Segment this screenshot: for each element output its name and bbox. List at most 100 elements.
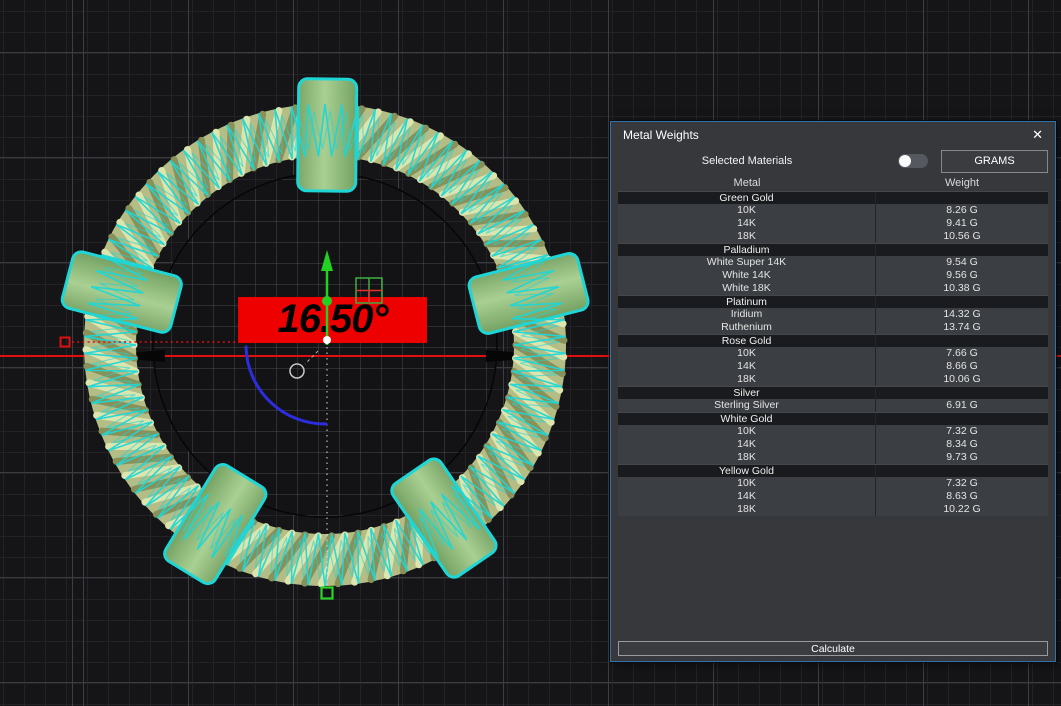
metal-group-row[interactable]: White Gold [618, 412, 1048, 425]
metal-row[interactable]: 14K 8.34 G [618, 438, 1048, 451]
close-icon[interactable]: ✕ [1032, 128, 1043, 141]
metal-cell: 14K [618, 360, 876, 373]
ring-inner-disc [153, 173, 497, 517]
metal-cell: 14K [618, 490, 876, 503]
metal-cell: 10K [618, 347, 876, 360]
panel-title: Metal Weights [623, 127, 699, 142]
metal-cell: White Super 14K [618, 256, 876, 269]
metal-cell: Silver [618, 387, 876, 399]
bottom-anchor-square[interactable] [320, 586, 334, 600]
weight-cell: 7.32 G [946, 425, 978, 437]
weight-cell [876, 387, 1048, 399]
angle-label[interactable]: 16.50° [238, 297, 427, 343]
metal-row[interactable]: White Super 14K 9.54 G [618, 256, 1048, 269]
metal-cell: 10K [618, 477, 876, 490]
units-button[interactable]: GRAMS [941, 149, 1048, 173]
metal-table-body: Green Gold 10K 8.26 G 14K 9.41 G 18K 10.56 G Pa… [611, 191, 1055, 516]
metal-row[interactable]: 14K 8.66 G [618, 360, 1048, 373]
toggle-knob [899, 155, 911, 167]
metal-row[interactable]: 10K 7.32 G [618, 425, 1048, 438]
metal-group-row[interactable]: Palladium [618, 243, 1048, 256]
metal-row[interactable]: White 18K 10.38 G [618, 282, 1048, 295]
metal-row[interactable]: 18K 10.22 G [618, 503, 1048, 516]
metal-row[interactable]: 18K 10.06 G [618, 373, 1048, 386]
weight-cell: 8.34 G [946, 438, 978, 450]
metal-cell: 18K [618, 230, 876, 243]
metal-column-header: Metal [733, 177, 761, 189]
left-arrow [86, 350, 165, 362]
calculate-button[interactable]: Calculate [618, 641, 1048, 656]
station-bezel[interactable] [388, 455, 499, 580]
weight-cell: 10.22 G [943, 503, 981, 515]
metal-row[interactable]: Sterling Silver 6.91 G [618, 399, 1048, 412]
rotation-arc [244, 345, 328, 426]
metal-cell: 18K [618, 503, 876, 516]
ring-inner-grid [153, 173, 497, 517]
metal-cell: White Gold [618, 413, 876, 425]
metal-row[interactable]: 18K 10.56 G [618, 230, 1048, 243]
rope-ring[interactable] [82, 102, 568, 588]
metal-row[interactable]: White 14K 9.56 G [618, 269, 1048, 282]
selected-materials-toggle[interactable] [898, 154, 928, 168]
weight-cell: 9.56 G [946, 269, 978, 281]
metal-row[interactable]: 10K 7.66 G [618, 347, 1048, 360]
panel-titlebar: Metal Weights ✕ [611, 122, 1055, 147]
weight-cell [876, 465, 1048, 477]
table-header: Metal Weight [611, 175, 1055, 191]
metal-cell: Yellow Gold [618, 465, 876, 477]
weight-cell: 9.54 G [946, 256, 978, 268]
metal-row[interactable]: Iridium 14.32 G [618, 308, 1048, 321]
weight-column-header: Weight [944, 177, 980, 189]
metal-row[interactable]: 14K 9.41 G [618, 217, 1048, 230]
weight-cell: 7.32 G [946, 477, 978, 489]
metal-cell: 14K [618, 438, 876, 451]
weight-cell: 6.91 G [946, 399, 978, 411]
weight-cell [876, 335, 1048, 347]
metal-group-row[interactable]: Platinum [618, 295, 1048, 308]
metal-group-row[interactable]: Rose Gold [618, 334, 1048, 347]
metal-cell: 18K [618, 373, 876, 386]
small-dashed-guide [304, 350, 319, 365]
metal-cell: Green Gold [618, 192, 876, 204]
weight-cell: 7.66 G [946, 347, 978, 359]
metal-cell: White 18K [618, 282, 876, 295]
weight-cell: 10.56 G [943, 230, 981, 242]
metal-row[interactable]: Ruthenium 13.74 G [618, 321, 1048, 334]
metal-cell: Rose Gold [618, 335, 876, 347]
gizmo-arrow-icon[interactable] [321, 250, 333, 271]
metal-row[interactable]: 10K 7.32 G [618, 477, 1048, 490]
metal-cell: Iridium [618, 308, 876, 321]
ring-inner-outline [152, 172, 498, 518]
weight-cell [876, 296, 1048, 308]
metal-cell: Ruthenium [618, 321, 876, 334]
metal-row[interactable]: 10K 8.26 G [618, 204, 1048, 217]
weight-cell: 8.26 G [946, 204, 978, 216]
metal-group-row[interactable]: Silver [618, 386, 1048, 399]
station-bezel[interactable] [60, 250, 183, 334]
metal-cell: Platinum [618, 296, 876, 308]
left-anchor-square[interactable] [59, 336, 71, 348]
station-bezel[interactable] [296, 77, 359, 193]
station-bezel[interactable] [161, 461, 269, 587]
metal-row[interactable]: 18K 9.73 G [618, 451, 1048, 464]
metal-cell: 18K [618, 451, 876, 464]
weight-cell: 9.73 G [946, 451, 978, 463]
weight-cell: 10.38 G [943, 282, 981, 294]
metal-row[interactable]: 14K 8.63 G [618, 490, 1048, 503]
weight-cell: 9.41 G [946, 217, 978, 229]
weight-cell: 8.66 G [946, 360, 978, 372]
panel-controls: Selected Materials GRAMS [611, 147, 1055, 175]
station-bezel[interactable] [467, 252, 590, 336]
metal-group-row[interactable]: Yellow Gold [618, 464, 1048, 477]
metal-cell: 14K [618, 217, 876, 230]
cursor-circle [289, 363, 305, 379]
weight-cell [876, 244, 1048, 256]
3d-viewport[interactable]: 16.50° Metal Weights ✕ Selected Material… [0, 0, 1061, 706]
metal-weights-panel: Metal Weights ✕ Selected Materials GRAMS… [610, 121, 1056, 662]
weight-cell: 13.74 G [943, 321, 981, 333]
metal-cell: 10K [618, 425, 876, 438]
weight-cell [876, 192, 1048, 204]
metal-cell: White 14K [618, 269, 876, 282]
metal-group-row[interactable]: Green Gold [618, 191, 1048, 204]
weight-cell: 10.06 G [943, 373, 981, 385]
